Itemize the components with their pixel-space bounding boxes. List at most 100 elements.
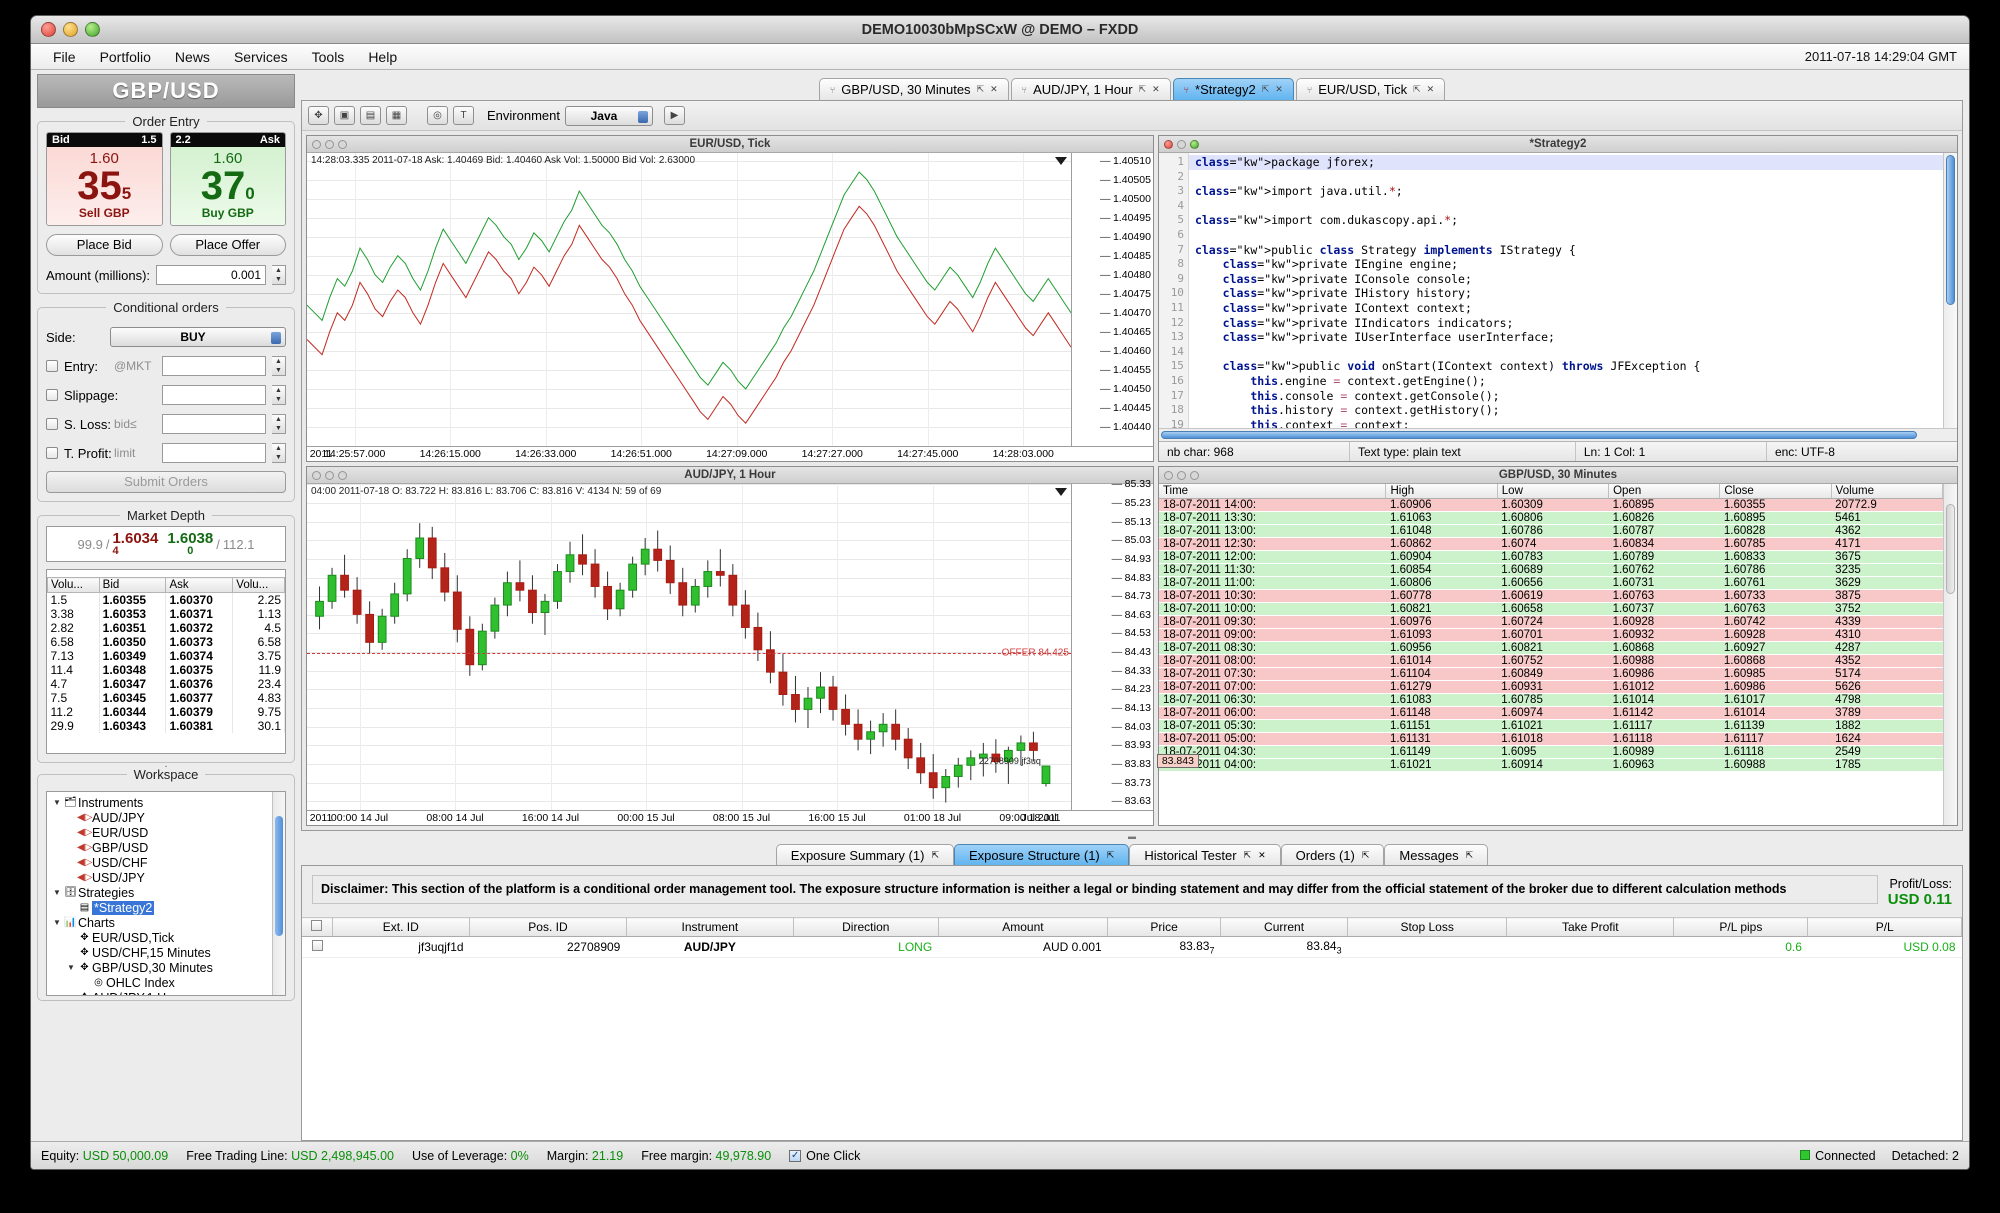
code-line[interactable]: class="kw">private IContext context; bbox=[1189, 301, 1943, 316]
side-select[interactable]: BUY bbox=[110, 327, 286, 347]
ohlc-row[interactable]: 18-07-2011 06:30: 1.61083 1.60785 1.61014 1.… bbox=[1158, 693, 1943, 708]
close-icon[interactable]: ✕ bbox=[1258, 850, 1266, 861]
workspace-node-usd-jpy[interactable]: ◀▷ USD/JPY bbox=[47, 870, 285, 885]
code-line[interactable]: class="kw">package jforex; bbox=[1188, 155, 1943, 170]
maximize-window-button[interactable] bbox=[85, 22, 100, 37]
code-line[interactable] bbox=[1189, 345, 1943, 360]
pos-col-pos-id[interactable]: Pos. ID bbox=[469, 917, 627, 937]
amount-input[interactable]: 0.001 bbox=[156, 265, 266, 285]
candle-chart-canvas[interactable]: 04:00 2011-07-18 O: 83.722 H: 83.816 L: … bbox=[307, 484, 1071, 810]
market-depth-row[interactable]: 7.13 1.60349 1.60374 3.75 bbox=[47, 649, 285, 663]
close-icon[interactable]: ✕ bbox=[1152, 84, 1160, 95]
market-depth-row[interactable]: 11.4 1.60348 1.60375 11.9 bbox=[47, 663, 285, 677]
workspace-scrollbar[interactable] bbox=[272, 792, 285, 995]
workspace-node-aud-jpy-1-hour[interactable]: ▼✥AUD/JPY,1 Hour bbox=[47, 990, 285, 996]
pos-col-instrument[interactable]: Instrument bbox=[626, 917, 794, 937]
submit-orders-button[interactable]: Submit Orders bbox=[46, 471, 286, 493]
ohlc-row[interactable]: 18-07-2011 08:30: 1.60956 1.60821 1.60868 1.… bbox=[1158, 641, 1943, 656]
stop-loss-stepper[interactable]: ▲ ▼ bbox=[272, 414, 286, 434]
environment-select[interactable]: Java bbox=[564, 105, 653, 126]
pos-col-select[interactable] bbox=[302, 917, 333, 937]
menu-tools[interactable]: Tools bbox=[300, 47, 357, 67]
editor-horizontal-scrollbar[interactable] bbox=[1158, 428, 1957, 442]
code-line[interactable]: this.context = context; bbox=[1189, 418, 1943, 429]
ohlc-row[interactable]: 18-07-2011 08:00: 1.61014 1.60752 1.60988 1.… bbox=[1158, 654, 1943, 669]
chart-menu-triangle-icon[interactable] bbox=[1054, 157, 1067, 165]
detach-icon[interactable]: ⇱ bbox=[1413, 84, 1421, 95]
slippage-input[interactable] bbox=[162, 385, 266, 405]
tree-twisty-icon[interactable]: ▼ bbox=[51, 888, 63, 897]
detach-icon[interactable]: ⇱ bbox=[931, 850, 939, 861]
pos-col-amount[interactable]: Amount bbox=[938, 917, 1109, 937]
pos-col-stop-loss[interactable]: Stop Loss bbox=[1347, 917, 1508, 937]
workspace-node-usd-chf-15-minutes[interactable]: ✥ USD/CHF,15 Minutes bbox=[47, 945, 285, 960]
amount-stepper[interactable]: ▲ ▼ bbox=[272, 265, 286, 285]
workspace-node-ohlc-index[interactable]: ◎ OHLC Index bbox=[47, 975, 285, 990]
dock-tab-messages[interactable]: Messages ⇱ bbox=[1384, 844, 1489, 865]
ohlc-col-volume[interactable]: Volume bbox=[1831, 484, 1943, 500]
menu-services[interactable]: Services bbox=[222, 47, 300, 67]
ask-quote[interactable]: 2.2 Ask 1.60 370 Buy GBP bbox=[169, 132, 286, 226]
detach-icon[interactable]: ⇱ bbox=[1466, 850, 1474, 861]
dock-resize-handle[interactable]: ▬ bbox=[301, 831, 1963, 841]
code-line[interactable]: class="kw">public class Strategy impleme… bbox=[1189, 243, 1943, 258]
position-row-checkbox[interactable] bbox=[302, 936, 332, 959]
ohlc-row[interactable]: 18-07-2011 07:30: 1.61104 1.60849 1.60986 1.… bbox=[1158, 667, 1943, 682]
ohlc-row[interactable]: 18-07-2011 13:30: 1.61063 1.60806 1.60826 1.… bbox=[1158, 511, 1943, 526]
close-icon[interactable]: ✕ bbox=[1275, 84, 1283, 95]
chart-menu-triangle-icon[interactable] bbox=[1054, 488, 1067, 497]
compile-icon[interactable]: ◎ bbox=[427, 106, 448, 125]
place-offer-button[interactable]: Place Offer bbox=[169, 234, 286, 256]
pos-col-ext-id[interactable]: Ext. ID bbox=[332, 917, 471, 937]
chart-tab-aud-jpy-1-hour[interactable]: ⑂ AUD/JPY, 1 Hour ⇱ ✕ bbox=[1010, 78, 1171, 100]
market-depth-row[interactable]: 11.2 1.60344 1.60379 9.75 bbox=[47, 705, 285, 719]
save-as-icon[interactable]: ▦ bbox=[386, 106, 407, 125]
ohlc-row[interactable]: 18-07-2011 12:00: 1.60904 1.60783 1.60789 1.… bbox=[1158, 550, 1943, 565]
market-depth-row[interactable]: 7.5 1.60345 1.60377 4.83 bbox=[47, 691, 285, 705]
ohlc-row[interactable]: 18-07-2011 09:00: 1.61093 1.60701 1.60932 1.… bbox=[1158, 628, 1943, 643]
code-line[interactable]: class="kw">private IUserInterface userIn… bbox=[1189, 330, 1943, 345]
ohlc-col-low[interactable]: Low bbox=[1497, 484, 1610, 500]
market-depth-row[interactable]: 1.5 1.60355 1.60370 2.25 bbox=[47, 592, 285, 607]
code-line[interactable]: class="kw">private IConsole console; bbox=[1189, 272, 1943, 287]
code-line[interactable]: class="kw">import java.util.*; bbox=[1189, 184, 1943, 199]
code-line[interactable]: this.console = context.getConsole(); bbox=[1189, 389, 1943, 404]
editor-code-text[interactable]: class="kw">package jforex; class="kw">im… bbox=[1188, 153, 1943, 429]
workspace-node-charts[interactable]: ▼ 📊 Charts bbox=[47, 915, 285, 930]
take-profit-checkbox[interactable] bbox=[46, 447, 58, 459]
tree-twisty-icon[interactable]: ▼ bbox=[65, 963, 77, 972]
ohlc-scroll-thumb[interactable] bbox=[1946, 504, 1955, 595]
pos-col-current[interactable]: Current bbox=[1220, 917, 1349, 937]
new-strategy-icon[interactable]: ✥ bbox=[308, 106, 329, 125]
workspace-node-gbp-usd[interactable]: ◀▷ GBP/USD bbox=[47, 840, 285, 855]
detach-icon[interactable]: ⇱ bbox=[1262, 84, 1270, 95]
code-line[interactable]: this.engine = context.getEngine(); bbox=[1189, 374, 1943, 389]
code-line[interactable]: class="kw">public void onStart(IContext … bbox=[1189, 359, 1943, 374]
save-icon[interactable]: ▤ bbox=[360, 106, 381, 125]
position-row[interactable]: jf3uqjf1d 22708909 AUD/JPY LONG AUD 0.001 83.… bbox=[302, 936, 1962, 959]
dock-tab-orders-1-[interactable]: Orders (1) ⇱ bbox=[1280, 844, 1385, 865]
detach-icon[interactable]: ⇱ bbox=[1139, 84, 1147, 95]
close-icon[interactable]: ✕ bbox=[1427, 84, 1435, 95]
md-col-ask[interactable]: Ask bbox=[165, 577, 234, 593]
md-col-volume-right[interactable]: Volu... bbox=[232, 577, 285, 593]
text-icon[interactable]: T bbox=[453, 106, 474, 125]
workspace-node--strategy2[interactable]: ▤ *Strategy2 bbox=[47, 900, 285, 915]
dock-tab-exposure-structure-1-[interactable]: Exposure Structure (1) ⇱ bbox=[953, 844, 1130, 865]
market-depth-row[interactable]: 6.58 1.60350 1.60373 6.58 bbox=[47, 635, 285, 649]
md-col-volume-left[interactable]: Volu... bbox=[47, 577, 100, 593]
ohlc-row[interactable]: 18-07-2011 05:00: 1.61131 1.61018 1.61118 1.… bbox=[1158, 732, 1943, 747]
run-icon[interactable]: ▶ bbox=[663, 106, 685, 125]
ohlc-row[interactable]: 18-07-2011 10:00: 1.60821 1.60658 1.60737 1.… bbox=[1158, 602, 1943, 617]
chart-tab-gbp-usd-30-minutes[interactable]: ⑂ GBP/USD, 30 Minutes ⇱ ✕ bbox=[818, 78, 1009, 100]
tick-chart-canvas[interactable]: 14:28:03.335 2011-07-18 Ask: 1.40469 Bid… bbox=[307, 153, 1071, 447]
detach-icon[interactable]: ⇱ bbox=[1362, 850, 1370, 861]
code-line[interactable]: class="kw">import com.dukascopy.api.*; bbox=[1189, 213, 1943, 228]
workspace-node-instruments[interactable]: ▼ 🗂 Instruments bbox=[47, 795, 285, 810]
market-depth-row[interactable]: 2.82 1.60351 1.60372 4.5 bbox=[47, 621, 285, 635]
minimize-window-button[interactable] bbox=[63, 22, 78, 37]
entry-checkbox[interactable] bbox=[46, 360, 58, 372]
workspace-node-aud-jpy[interactable]: ◀▷ AUD/JPY bbox=[47, 810, 285, 825]
ohlc-row[interactable]: 18-07-2011 09:30: 1.60976 1.60724 1.60928 1.… bbox=[1158, 615, 1943, 630]
ohlc-col-time[interactable]: Time bbox=[1158, 484, 1387, 500]
